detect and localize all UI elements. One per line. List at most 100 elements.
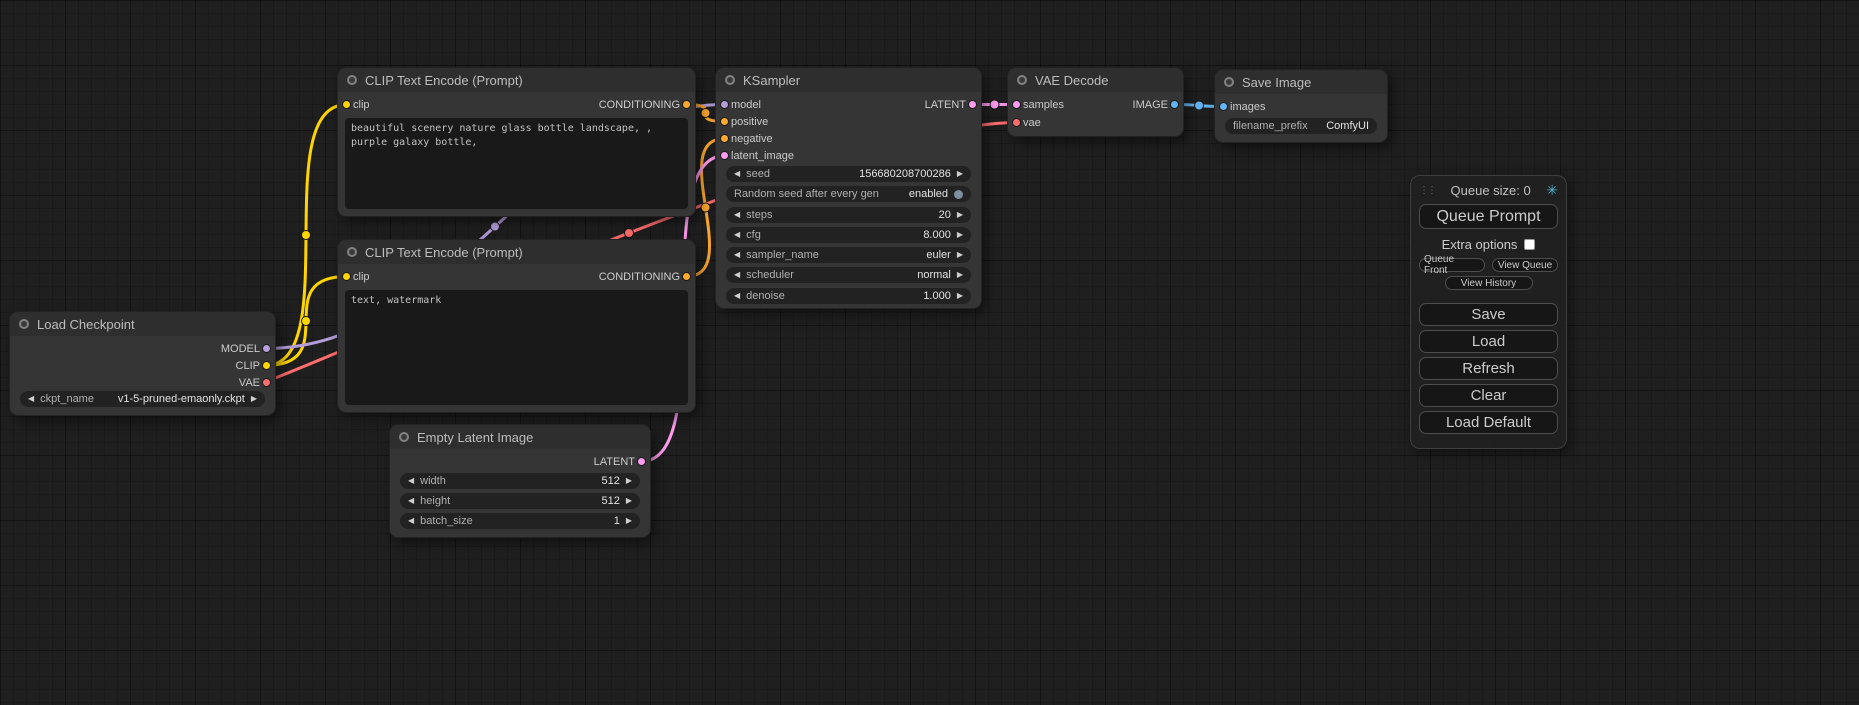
view-queue-button[interactable]: View Queue: [1492, 258, 1558, 272]
extra-options-row: Extra options: [1419, 237, 1558, 252]
node-title-bar[interactable]: Load Checkpoint: [10, 312, 275, 336]
extra-options-checkbox[interactable]: [1524, 239, 1535, 250]
image-output-port[interactable]: [1170, 100, 1179, 109]
latent-output-port[interactable]: [637, 457, 646, 466]
drag-handle-icon[interactable]: ⋮⋮: [1419, 185, 1435, 196]
widget-filename-prefix[interactable]: filename_prefix ComfyUI: [1225, 118, 1377, 134]
clip-input-port[interactable]: [342, 272, 351, 281]
collapse-dot-icon[interactable]: [1224, 77, 1234, 87]
decrement-arrow-icon[interactable]: ◀: [734, 292, 740, 300]
node-vae-decode[interactable]: VAE Decode samples vae IMAGE: [1008, 68, 1183, 136]
increment-arrow-icon[interactable]: ▶: [957, 251, 963, 259]
increment-arrow-icon[interactable]: ▶: [626, 517, 632, 525]
collapse-dot-icon[interactable]: [347, 247, 357, 257]
collapse-dot-icon[interactable]: [725, 75, 735, 85]
link-midpoint-dot: [302, 231, 311, 240]
widget-cfg[interactable]: ◀ cfg 8.000 ▶: [726, 227, 971, 243]
decrement-arrow-icon[interactable]: ◀: [734, 251, 740, 259]
widget-label: cfg: [746, 229, 761, 241]
widget-label: scheduler: [746, 269, 794, 281]
node-save-image[interactable]: Save Image images filename_prefix ComfyU…: [1215, 70, 1387, 142]
node-title-bar[interactable]: KSampler: [716, 68, 981, 92]
vae-output-port[interactable]: [262, 378, 271, 387]
model-input-port[interactable]: [720, 100, 729, 109]
conditioning-output-port[interactable]: [682, 272, 691, 281]
node-title-bar[interactable]: VAE Decode: [1008, 68, 1183, 92]
images-input-port[interactable]: [1219, 102, 1228, 111]
widget-batch-size[interactable]: ◀ batch_size 1 ▶: [400, 513, 640, 529]
decrement-arrow-icon[interactable]: ◀: [734, 271, 740, 279]
increment-arrow-icon[interactable]: ▶: [251, 395, 257, 403]
widget-seed[interactable]: ◀ seed 156680208700286 ▶: [726, 166, 971, 182]
widget-label: width: [420, 475, 446, 487]
negative-prompt-textarea[interactable]: text, watermark: [345, 290, 688, 405]
widget-denoise[interactable]: ◀ denoise 1.000 ▶: [726, 288, 971, 304]
samples-input-port[interactable]: [1012, 100, 1021, 109]
increment-arrow-icon[interactable]: ▶: [957, 170, 963, 178]
decrement-arrow-icon[interactable]: ◀: [408, 497, 414, 505]
increment-arrow-icon[interactable]: ▶: [957, 292, 963, 300]
widget-value: 8.000: [767, 229, 951, 241]
increment-arrow-icon[interactable]: ▶: [957, 211, 963, 219]
increment-arrow-icon[interactable]: ▶: [957, 231, 963, 239]
node-title: CLIP Text Encode (Prompt): [365, 245, 523, 260]
node-title: VAE Decode: [1035, 73, 1108, 88]
widget-sampler-name[interactable]: ◀ sampler_name euler ▶: [726, 247, 971, 263]
conditioning-output-port[interactable]: [682, 100, 691, 109]
decrement-arrow-icon[interactable]: ◀: [734, 211, 740, 219]
node-title-bar[interactable]: Empty Latent Image: [390, 425, 650, 449]
widget-scheduler[interactable]: ◀ scheduler normal ▶: [726, 267, 971, 283]
decrement-arrow-icon[interactable]: ◀: [28, 395, 34, 403]
decrement-arrow-icon[interactable]: ◀: [734, 170, 740, 178]
queue-front-button[interactable]: Queue Front: [1419, 258, 1485, 272]
vae-input-port[interactable]: [1012, 118, 1021, 127]
node-ksampler[interactable]: KSampler model positive negative latent_…: [716, 68, 981, 308]
clip-output-port[interactable]: [262, 361, 271, 370]
latent-output-port[interactable]: [968, 100, 977, 109]
toggle-dot-icon[interactable]: [954, 190, 963, 199]
node-clip-text-encode-positive[interactable]: CLIP Text Encode (Prompt) clip CONDITION…: [338, 68, 695, 216]
view-history-button[interactable]: View History: [1445, 276, 1533, 290]
queue-prompt-button[interactable]: Queue Prompt: [1419, 204, 1558, 229]
collapse-dot-icon[interactable]: [1017, 75, 1027, 85]
decrement-arrow-icon[interactable]: ◀: [408, 517, 414, 525]
collapse-dot-icon[interactable]: [347, 75, 357, 85]
node-clip-text-encode-negative[interactable]: CLIP Text Encode (Prompt) clip CONDITION…: [338, 240, 695, 412]
widget-height[interactable]: ◀ height 512 ▶: [400, 493, 640, 509]
collapse-dot-icon[interactable]: [19, 319, 29, 329]
node-title-bar[interactable]: CLIP Text Encode (Prompt): [338, 68, 695, 92]
model-output-port[interactable]: [262, 344, 271, 353]
widget-width[interactable]: ◀ width 512 ▶: [400, 473, 640, 489]
clear-button[interactable]: Clear: [1419, 384, 1558, 407]
settings-gear-icon[interactable]: ✳: [1546, 182, 1558, 199]
clip-input-port[interactable]: [342, 100, 351, 109]
output-slot-conditioning: CONDITIONING: [599, 96, 680, 113]
negative-input-port[interactable]: [720, 134, 729, 143]
collapse-dot-icon[interactable]: [399, 432, 409, 442]
decrement-arrow-icon[interactable]: ◀: [734, 231, 740, 239]
increment-arrow-icon[interactable]: ▶: [626, 477, 632, 485]
wire-clip-to-positive-prompt: [265, 105, 347, 366]
widget-steps[interactable]: ◀ steps 20 ▶: [726, 207, 971, 223]
widget-ckpt-name[interactable]: ◀ ckpt_name v1-5-pruned-emaonly.ckpt ▶: [20, 391, 265, 407]
positive-prompt-textarea[interactable]: beautiful scenery nature glass bottle la…: [345, 118, 688, 209]
load-default-button[interactable]: Load Default: [1419, 411, 1558, 434]
widget-value: 20: [778, 209, 950, 221]
save-button[interactable]: Save: [1419, 303, 1558, 326]
node-title-bar[interactable]: Save Image: [1215, 70, 1387, 94]
queue-panel-header: ⋮⋮ Queue size: 0 ✳: [1419, 182, 1558, 199]
node-load-checkpoint[interactable]: Load Checkpoint MODEL CLIP VAE ◀ ckpt_na…: [10, 312, 275, 415]
increment-arrow-icon[interactable]: ▶: [626, 497, 632, 505]
decrement-arrow-icon[interactable]: ◀: [408, 477, 414, 485]
node-empty-latent-image[interactable]: Empty Latent Image LATENT ◀ width 512 ▶ …: [390, 425, 650, 537]
increment-arrow-icon[interactable]: ▶: [957, 271, 963, 279]
load-button[interactable]: Load: [1419, 330, 1558, 353]
refresh-button[interactable]: Refresh: [1419, 357, 1558, 380]
positive-input-port[interactable]: [720, 117, 729, 126]
latent-image-input-port[interactable]: [720, 151, 729, 160]
widget-label: height: [420, 495, 450, 507]
node-title: Save Image: [1242, 75, 1311, 90]
output-slot-clip: CLIP: [236, 357, 260, 374]
widget-random-seed-toggle[interactable]: Random seed after every gen enabled: [726, 186, 971, 202]
node-title-bar[interactable]: CLIP Text Encode (Prompt): [338, 240, 695, 264]
